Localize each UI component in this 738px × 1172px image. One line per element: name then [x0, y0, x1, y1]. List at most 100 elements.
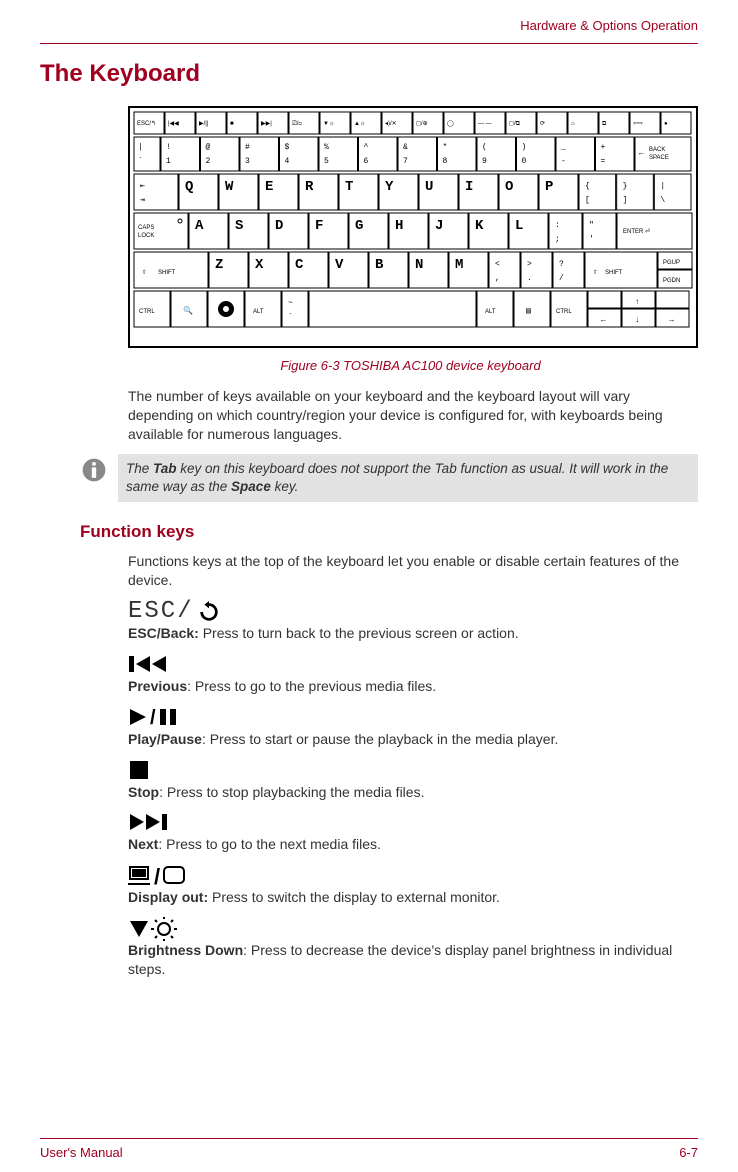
svg-text:X: X: [255, 257, 264, 273]
svg-text::: :: [555, 221, 560, 230]
svg-text:I: I: [465, 179, 473, 195]
fn-stop-block: Stop: Press to stop playbacking the medi…: [128, 759, 693, 802]
stop-icon: [128, 759, 693, 781]
note-callout: The Tab key on this keyboard does not su…: [80, 454, 698, 502]
svg-text:2: 2: [206, 157, 211, 166]
svg-text:S: S: [235, 218, 243, 234]
svg-text:4: 4: [285, 157, 290, 166]
fn-play-desc: : Press to start or pause the playback i…: [202, 731, 558, 747]
fn-prev-label: Previous: [128, 678, 187, 694]
svg-text:|◀◀: |◀◀: [168, 121, 179, 127]
svg-text:O: O: [505, 179, 513, 195]
fn-display-block: / Display out: Press to switch the displ…: [128, 864, 693, 907]
svg-text:F: F: [315, 218, 323, 234]
svg-text:': ': [589, 235, 594, 244]
svg-text:&: &: [403, 143, 408, 152]
svg-text:0: 0: [522, 157, 527, 166]
svg-text:7: 7: [403, 157, 408, 166]
fn-stop-label: Stop: [128, 784, 159, 800]
svg-text:T: T: [345, 179, 353, 195]
header-section: Hardware & Options Operation: [40, 18, 698, 33]
svg-text:E: E: [265, 179, 273, 195]
svg-text:.: .: [527, 274, 532, 283]
svg-text:▶▶|: ▶▶|: [261, 121, 272, 127]
svg-text:|: |: [660, 182, 665, 191]
display-out-icon: /: [128, 864, 693, 886]
fn-display-label: Display out:: [128, 889, 208, 905]
svg-text:Q: Q: [185, 179, 193, 195]
svg-text:⇧: ⇧: [593, 268, 598, 277]
svg-text:(: (: [482, 143, 487, 152]
footer-left: User's Manual: [40, 1145, 123, 1160]
fn-next-desc: : Press to go to the next media files.: [158, 836, 381, 852]
svg-text:SHIFT: SHIFT: [605, 270, 623, 276]
svg-text:SHIFT: SHIFT: [158, 270, 176, 276]
svg-text:G: G: [355, 218, 363, 234]
svg-text:B: B: [375, 257, 384, 273]
svg-text:#: #: [245, 143, 250, 152]
svg-text:{: {: [585, 182, 590, 191]
svg-text:▲☼: ▲☼: [354, 121, 365, 127]
svg-text:ESC/↰: ESC/↰: [137, 120, 156, 127]
svg-text:A: A: [195, 218, 204, 234]
page-footer: User's Manual 6-7: [40, 1138, 698, 1160]
fn-prev-block: Previous: Press to go to the previous me…: [128, 653, 693, 696]
fn-brightdown-label: Brightness Down: [128, 942, 243, 958]
footer-right: 6-7: [679, 1145, 698, 1160]
fn-play-label: Play/Pause: [128, 731, 202, 747]
fn-stop-desc: : Press to stop playbacking the media fi…: [159, 784, 424, 800]
svg-text:▶/||: ▶/||: [199, 121, 209, 127]
svg-text:`: `: [288, 313, 293, 322]
svg-text:N: N: [415, 257, 423, 273]
fn-next-block: Next: Press to go to the next media file…: [128, 811, 693, 854]
page-title: The Keyboard: [40, 60, 698, 88]
info-icon: [80, 456, 108, 484]
svg-text:9: 9: [482, 157, 487, 166]
svg-text:ALT: ALT: [485, 309, 496, 315]
svg-text:1: 1: [166, 157, 171, 166]
svg-text:■: ■: [230, 121, 234, 127]
svg-text:D: D: [275, 218, 283, 234]
svg-text:🔍: 🔍: [183, 305, 193, 316]
svg-text:↑: ↑: [635, 298, 640, 307]
fn-esc-desc: Press to turn back to the previous scree…: [199, 625, 519, 641]
svg-text:<: <: [495, 260, 500, 269]
svg-text:3: 3: [245, 157, 250, 166]
fn-display-desc: Press to switch the display to external …: [208, 889, 500, 905]
svg-text:C: C: [295, 257, 304, 273]
svg-text:CAPS: CAPS: [138, 225, 154, 231]
figure-caption: Figure 6-3 TOSHIBA AC100 device keyboard: [128, 358, 693, 373]
svg-text:←: ←: [639, 149, 644, 158]
brightness-down-icon: [128, 917, 693, 939]
svg-text:PGUP: PGUP: [663, 260, 680, 266]
svg-text:=: =: [601, 157, 606, 166]
svg-text:>: >: [527, 260, 532, 269]
fn-next-label: Next: [128, 836, 158, 852]
svg-text:LOCK: LOCK: [138, 233, 154, 239]
svg-text:P: P: [545, 179, 553, 195]
svg-text:): ): [522, 143, 527, 152]
header-rule: [40, 43, 698, 44]
play-pause-icon: /: [128, 706, 693, 728]
svg-text:⇧: ⇧: [142, 268, 147, 277]
svg-text:~: ~: [288, 299, 293, 308]
svg-text:◯: ◯: [447, 120, 454, 127]
svg-text:▤: ▤: [526, 307, 531, 316]
svg-text:]: ]: [623, 196, 628, 205]
svg-text:SPACE: SPACE: [649, 155, 669, 161]
svg-text:BACK: BACK: [649, 147, 665, 153]
next-track-icon: [128, 811, 693, 833]
previous-track-icon: [128, 653, 693, 675]
svg-text:}: }: [623, 182, 628, 191]
fn-brightdown-block: Brightness Down: Press to decrease the d…: [128, 917, 693, 979]
svg-text:H: H: [395, 218, 403, 234]
keyboard-figure: .kb-txt { font-family: "Courier New", mo…: [128, 106, 698, 348]
fn-esc-label: ESC/Back:: [128, 625, 199, 641]
intro-paragraph: The number of keys available on your key…: [128, 387, 693, 444]
svg-text:⌂: ⌂: [571, 121, 575, 127]
svg-text:J: J: [435, 218, 443, 234]
svg-text:PGDN: PGDN: [663, 278, 680, 284]
svg-text:R: R: [305, 179, 314, 195]
fn-esc-block: ESC/ ESC/Back: Press to turn back to the…: [128, 600, 693, 643]
svg-text:;: ;: [555, 235, 560, 244]
